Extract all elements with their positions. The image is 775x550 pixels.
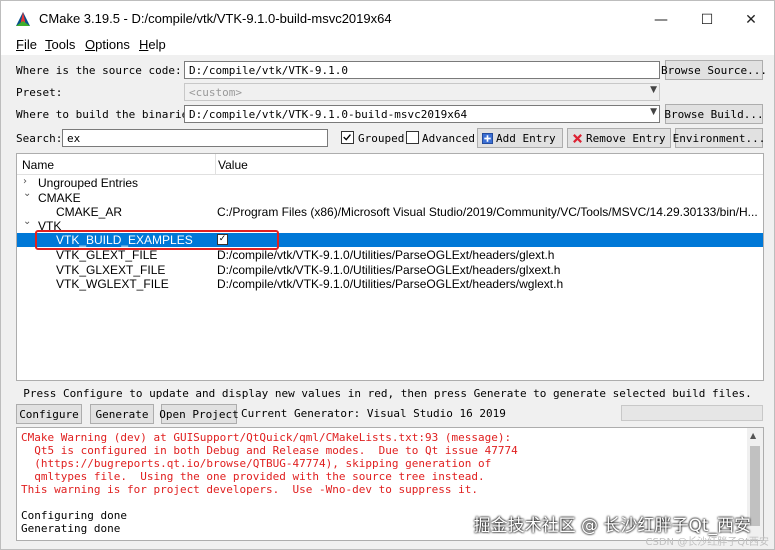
- chevron-down-icon[interactable]: ⌄: [23, 216, 31, 227]
- chevron-down-icon: ▼: [650, 85, 657, 95]
- check-icon: [343, 134, 351, 141]
- add-entry-button[interactable]: Add Entry: [477, 128, 563, 148]
- generate-label: Generate: [95, 407, 149, 421]
- current-generator-label: Current Generator: Visual Studio 16 2019: [241, 407, 506, 420]
- status-text: Press Configure to update and display ne…: [23, 387, 752, 400]
- tree-group-ungrouped[interactable]: › Ungrouped Entries: [17, 176, 763, 190]
- remove-entry-label: Remove Entry: [586, 131, 666, 145]
- tree-row-name: CMAKE: [38, 191, 81, 205]
- configure-button[interactable]: Configure: [16, 404, 82, 424]
- plus-icon: [482, 132, 493, 144]
- scroll-up-icon[interactable]: ▲: [750, 431, 756, 440]
- tree-row-vtk-wglext-file[interactable]: VTK_WGLEXT_FILE D:/compile/vtk/VTK-9.1.0…: [17, 277, 763, 291]
- menu-tools[interactable]: Tools: [45, 37, 75, 52]
- build-path-value: D:/compile/vtk/VTK-9.1.0-build-msvc2019x…: [189, 108, 468, 121]
- watermark-subtext: CSDN @长沙红胖子Qt西安: [645, 537, 769, 548]
- tree-row-vtk-glxext-file[interactable]: VTK_GLXEXT_FILE D:/compile/vtk/VTK-9.1.0…: [17, 263, 763, 277]
- tree-group-cmake[interactable]: ⌄ CMAKE: [17, 188, 763, 205]
- minimize-button[interactable]: —: [638, 7, 684, 33]
- output-line: This warning is for project developers. …: [21, 483, 478, 496]
- progress-bar: [621, 405, 763, 421]
- add-entry-label: Add Entry: [496, 131, 556, 145]
- highlight-annotation: [35, 230, 279, 250]
- output-line: (https://bugreports.qt.io/browse/QTBUG-4…: [21, 457, 492, 470]
- window-title: CMake 3.19.5 - D:/compile/vtk/VTK-9.1.0-…: [39, 11, 392, 26]
- output-line: Qt5 is configured in both Debug and Rele…: [21, 444, 518, 457]
- cache-tree[interactable]: Name Value › Ungrouped Entries ⌄ CMAKE C…: [16, 153, 764, 381]
- column-divider[interactable]: [215, 154, 216, 174]
- preset-combo: <custom> ▼: [184, 83, 660, 101]
- preset-value: <custom>: [189, 86, 242, 99]
- cmake-window: CMake 3.19.5 - D:/compile/vtk/VTK-9.1.0-…: [0, 0, 775, 550]
- source-label: Where is the source code:: [16, 64, 182, 77]
- tree-row-name: Ungrouped Entries: [38, 176, 139, 190]
- tree-row-value[interactable]: D:/compile/vtk/VTK-9.1.0/Utilities/Parse…: [217, 248, 763, 262]
- tree-row-name: VTK_GLXEXT_FILE: [56, 263, 166, 277]
- tree-row-value[interactable]: C:/Program Files (x86)/Microsoft Visual …: [217, 205, 763, 219]
- tree-row-name: CMAKE_AR: [56, 205, 123, 219]
- remove-entry-button[interactable]: Remove Entry: [567, 128, 671, 148]
- generate-button[interactable]: Generate: [90, 404, 154, 424]
- cmake-logo-icon: [16, 12, 30, 26]
- environment-button[interactable]: Environment...: [673, 128, 765, 148]
- chevron-down-icon[interactable]: ⌄: [23, 188, 31, 199]
- advanced-checkbox[interactable]: [406, 131, 419, 144]
- search-input[interactable]: ex: [62, 129, 328, 147]
- open-project-button[interactable]: Open Project: [159, 404, 239, 424]
- tree-row-value[interactable]: D:/compile/vtk/VTK-9.1.0/Utilities/Parse…: [217, 277, 763, 291]
- close-button[interactable]: ✕: [728, 7, 774, 33]
- build-label: Where to build the binaries:: [16, 108, 202, 121]
- preset-label: Preset:: [16, 86, 63, 99]
- browse-build-button[interactable]: Browse Build...: [664, 104, 764, 124]
- scrollbar-thumb[interactable]: [750, 446, 760, 526]
- remove-icon: [573, 133, 582, 143]
- maximize-button[interactable]: ☐: [684, 7, 730, 33]
- title-bar: CMake 3.19.5 - D:/compile/vtk/VTK-9.1.0-…: [1, 1, 774, 35]
- tree-row-name: VTK_WGLEXT_FILE: [56, 277, 169, 291]
- configure-label: Configure: [19, 407, 79, 421]
- chevron-down-icon[interactable]: ▼: [650, 107, 657, 117]
- browse-source-button[interactable]: Browse Source...: [661, 60, 767, 80]
- tree-header: Name Value: [17, 154, 763, 175]
- menu-options[interactable]: Options: [85, 37, 130, 52]
- output-line: CMake Warning (dev) at GUISupport/QtQuic…: [21, 431, 512, 444]
- column-name-header[interactable]: Name: [22, 158, 54, 172]
- advanced-label: Advanced: [422, 132, 475, 145]
- build-path-combo[interactable]: D:/compile/vtk/VTK-9.1.0-build-msvc2019x…: [184, 105, 660, 123]
- menu-file[interactable]: File: [16, 37, 37, 52]
- output-line: Configuring done: [21, 509, 127, 522]
- menu-help[interactable]: Help: [139, 37, 166, 52]
- output-line: qmltypes file. Using the one provided wi…: [21, 470, 485, 483]
- source-path-input[interactable]: D:/compile/vtk/VTK-9.1.0: [184, 61, 660, 79]
- tree-row-value[interactable]: D:/compile/vtk/VTK-9.1.0/Utilities/Parse…: [217, 263, 763, 277]
- search-label: Search:: [16, 132, 63, 145]
- open-project-label: Open Project: [159, 407, 239, 421]
- grouped-label: Grouped: [358, 132, 405, 145]
- tree-row-vtk-glext-file[interactable]: VTK_GLEXT_FILE D:/compile/vtk/VTK-9.1.0/…: [17, 248, 763, 262]
- output-line: Generating done: [21, 522, 121, 535]
- grouped-checkbox[interactable]: [341, 131, 354, 144]
- tree-row-cmake-ar[interactable]: CMAKE_AR C:/Program Files (x86)/Microsof…: [17, 205, 763, 219]
- chevron-right-icon[interactable]: ›: [23, 176, 27, 187]
- tree-row-name: VTK_GLEXT_FILE: [56, 248, 158, 262]
- column-value-header[interactable]: Value: [218, 158, 248, 172]
- menu-bar: File Tools Options Help: [1, 35, 774, 55]
